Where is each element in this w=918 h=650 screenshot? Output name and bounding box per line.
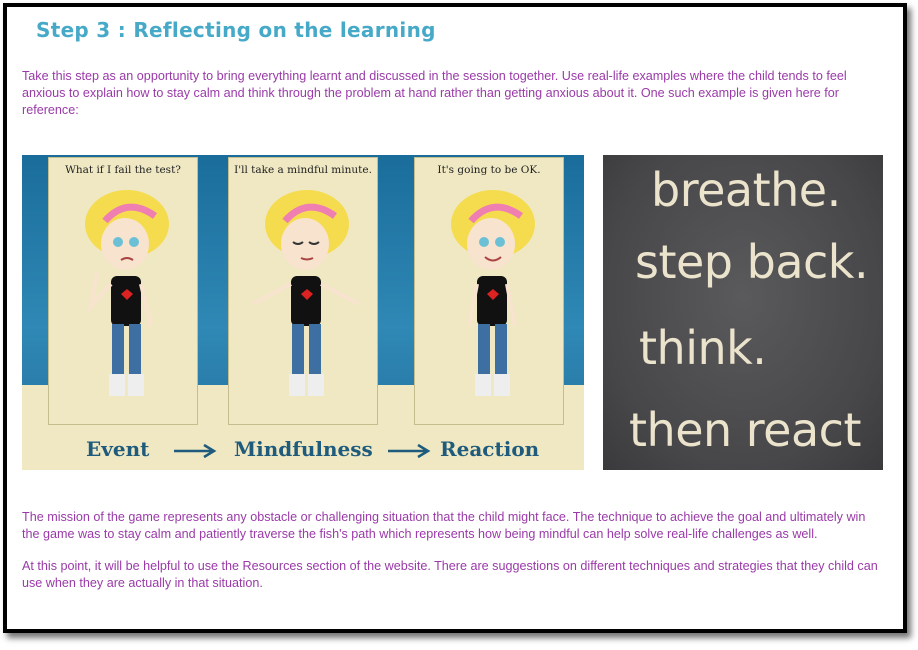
arrow-right-icon bbox=[388, 443, 431, 459]
comic-panel-reaction: It's going to be OK. bbox=[414, 157, 564, 425]
page-title: Step 3 : Reflecting on the learning bbox=[36, 18, 436, 42]
chalk-line: then react bbox=[629, 403, 862, 457]
comic-panel-mindfulness: I'll take a mindful minute. bbox=[228, 157, 378, 425]
chalk-line: step back. bbox=[635, 235, 869, 289]
label-reaction: Reaction bbox=[440, 437, 540, 461]
mindfulness-comic-image: What if I fail the test? I'll take a min… bbox=[22, 155, 584, 470]
mission-paragraph: The mission of the game represents any o… bbox=[22, 510, 866, 541]
chalkboard-image: breathe. step back. think. then react bbox=[603, 155, 883, 470]
panel-caption: It's going to be OK. bbox=[437, 164, 541, 176]
girl-smiling-figure bbox=[451, 190, 535, 396]
comic-panel-event: What if I fail the test? bbox=[48, 157, 198, 425]
girl-calm-figure bbox=[252, 190, 360, 396]
chalk-line: think. bbox=[639, 321, 767, 375]
resources-paragraph: At this point, it will be helpful to use… bbox=[22, 559, 878, 590]
intro-paragraph: Take this step as an opportunity to brin… bbox=[22, 69, 847, 117]
chalk-line: breathe. bbox=[651, 163, 841, 217]
label-mindfulness: Mindfulness bbox=[234, 437, 373, 461]
label-event: Event bbox=[86, 437, 150, 461]
panel-caption: What if I fail the test? bbox=[65, 164, 181, 176]
arrow-right-icon bbox=[174, 443, 217, 459]
panel-caption: I'll take a mindful minute. bbox=[234, 164, 372, 176]
girl-worried-figure bbox=[85, 190, 169, 396]
